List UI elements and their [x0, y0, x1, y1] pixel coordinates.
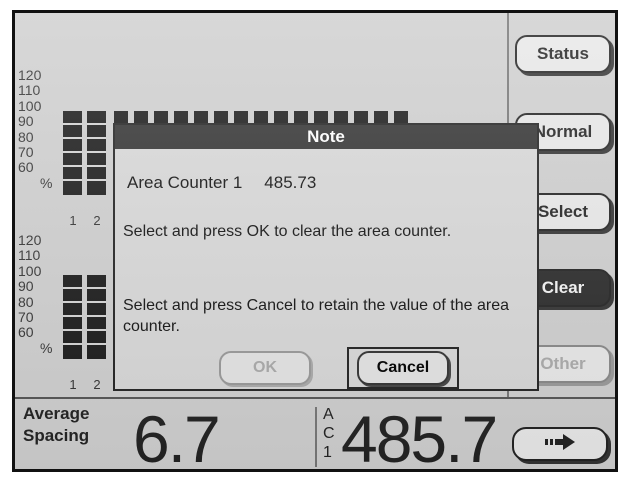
other-button-label: Other: [540, 354, 586, 373]
axis-label: 90: [18, 113, 34, 130]
bottom-bar-col-2: [87, 275, 106, 359]
ac-letter: 1: [323, 444, 332, 461]
dialog-title: Note: [115, 125, 537, 149]
message-cancel: Select and press Cancel to retain the va…: [123, 297, 510, 335]
area-counter-indicator: A C 1: [323, 405, 335, 462]
axis-label: 90: [18, 278, 34, 295]
bottom-column-numbers: 12: [61, 377, 109, 392]
axis-label: %: [40, 174, 53, 191]
ac-letter: C: [323, 425, 335, 442]
select-button-label: Select: [537, 202, 589, 221]
top-column-numbers: 12: [61, 213, 109, 228]
column-number: 2: [93, 213, 101, 228]
status-button-label: Status: [537, 44, 589, 63]
top-axis-labels: 120 110 100 90 80 70 60 %: [18, 67, 53, 191]
ok-button[interactable]: OK: [219, 351, 311, 385]
area-counter-value: 485.73: [264, 173, 317, 192]
axis-label: 70: [18, 143, 34, 160]
ok-button-label: OK: [253, 359, 277, 376]
area-counter-row: Area Counter 1 485.73: [127, 173, 316, 193]
bottom-bar-col-1: [63, 275, 82, 359]
axis-label: 60: [18, 159, 34, 176]
axis-label: 60: [18, 324, 34, 341]
arrow-right-icon: [543, 433, 577, 456]
average-spacing-value: 6.7: [133, 402, 221, 472]
top-bar-col-1: [63, 111, 82, 195]
axis-label: 80: [18, 293, 34, 310]
axis-label: 100: [18, 262, 42, 279]
average-spacing-label: Average Spacing: [23, 403, 89, 447]
axis-label: 120: [18, 67, 42, 83]
average-spacing-label-line2: Spacing: [23, 426, 90, 445]
cancel-button-label: Cancel: [376, 359, 430, 376]
bottom-readout: Average Spacing 6.7 A C 1 485.7: [15, 397, 615, 472]
top-bar-col-2: [87, 111, 106, 195]
next-button[interactable]: [512, 427, 608, 461]
bottom-axis-labels: 120 110 100 90 80 70 60 %: [18, 232, 53, 356]
message-ok: Select and press OK to clear the area co…: [123, 223, 452, 240]
normal-button-label: Normal: [533, 122, 593, 141]
column-number: 1: [69, 377, 77, 392]
display-screen: 120 110 100 90 80 70 60 % 12 120 110 100…: [12, 10, 618, 472]
ac-letter: A: [323, 406, 334, 423]
readout-divider: [315, 407, 317, 467]
axis-label: 110: [18, 82, 41, 99]
average-spacing-label-line1: Average: [23, 404, 90, 423]
clear-button-label: Clear: [541, 278, 585, 297]
note-dialog: Note Area Counter 1 485.73 Select and pr…: [113, 123, 539, 391]
axis-label: 70: [18, 308, 34, 325]
axis-label: 120: [18, 232, 42, 248]
axis-label: %: [40, 339, 53, 356]
area-counter-readout: 485.7: [341, 402, 498, 472]
column-number: 2: [93, 377, 101, 392]
status-button[interactable]: Status: [515, 35, 611, 73]
column-number: 1: [69, 213, 77, 228]
axis-label: 100: [18, 97, 42, 114]
area-counter-label: Area Counter 1: [127, 173, 243, 192]
axis-label: 110: [18, 247, 41, 264]
axis-label: 80: [18, 128, 34, 145]
cancel-button[interactable]: Cancel: [357, 351, 449, 385]
